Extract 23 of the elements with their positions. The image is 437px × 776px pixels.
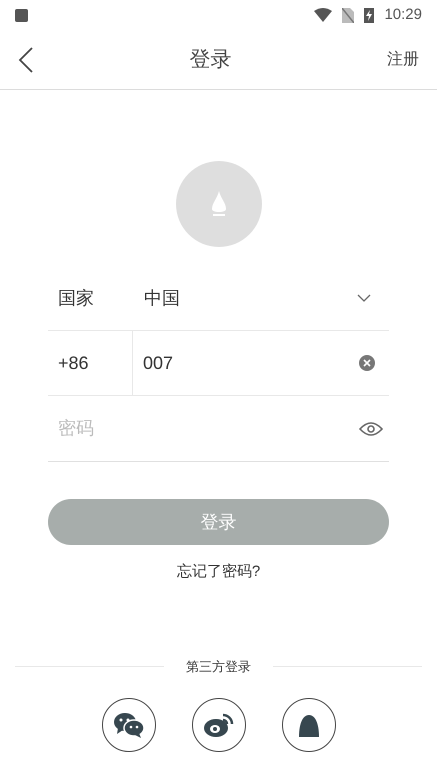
social-login-button[interactable] [102,698,156,752]
chevron-down-icon[interactable] [357,294,371,302]
forgot-password-link[interactable]: 忘记了密码? [176,561,260,584]
country-code[interactable]: +86 [48,331,133,395]
eye-icon[interactable] [359,420,383,436]
back-icon[interactable] [18,46,34,72]
wifi-icon [314,8,332,22]
flame-icon [210,191,228,217]
chat-bubbles-icon [112,711,144,739]
clear-icon[interactable] [359,355,375,371]
third-party-login-label: 第三方登录 [186,658,251,676]
phone-field[interactable]: 007 [133,350,359,376]
country-value[interactable]: 中国 [144,284,357,312]
eye-waves-icon [202,711,234,739]
no-sim-icon [342,8,354,22]
country-label: 国家 [57,286,95,310]
password-field[interactable]: 密码 [48,415,359,442]
battery-charging-icon [364,7,374,23]
social-login-button[interactable] [282,698,336,752]
register-link[interactable]: 注册 [387,48,419,72]
status-time: 10:29 [384,4,422,25]
social-login-button[interactable] [192,698,246,752]
page-title: 登录 [190,46,232,73]
